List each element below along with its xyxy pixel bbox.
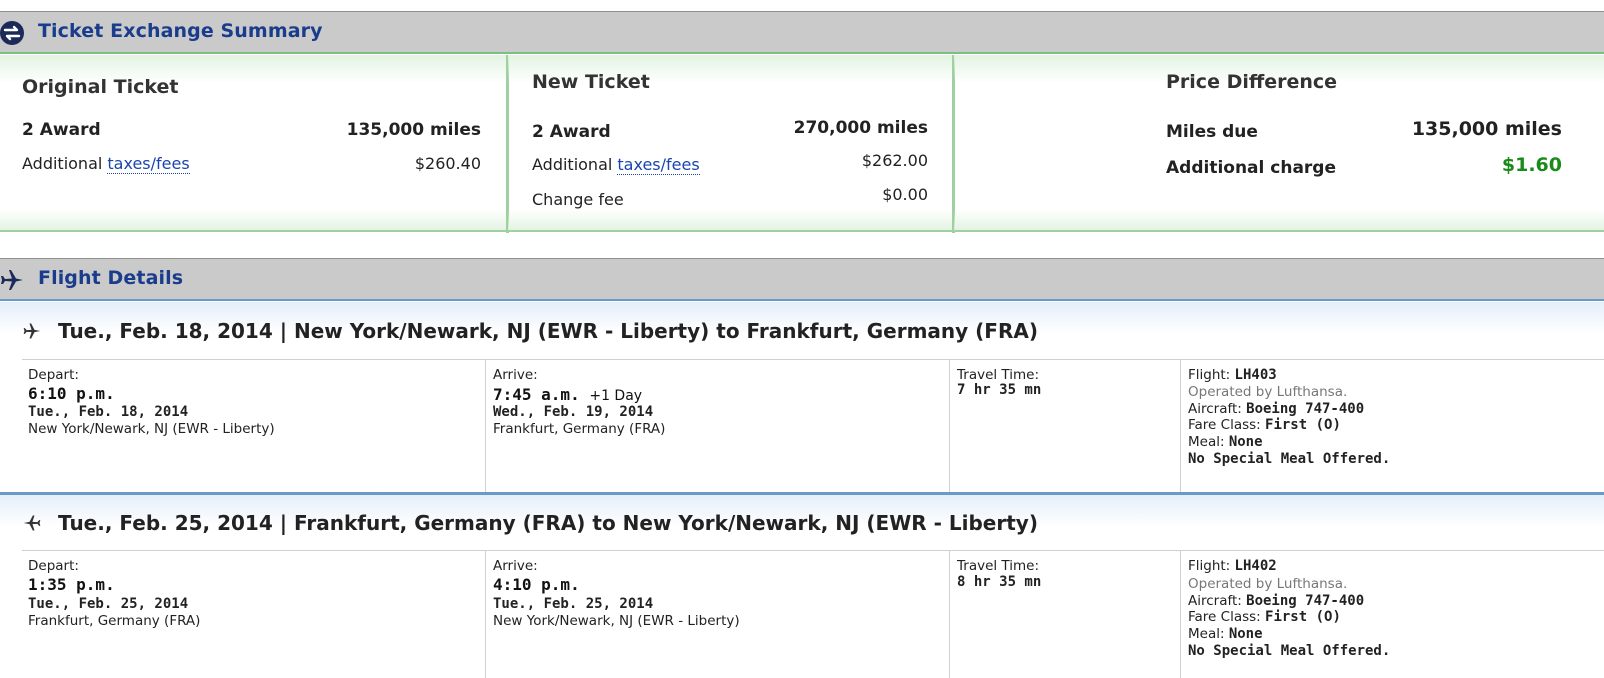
original-ticket-heading: Original Ticket xyxy=(22,76,179,98)
arrive-city: New York/Newark, NJ (EWR - Liberty) xyxy=(493,613,740,629)
original-taxes-value: $260.40 xyxy=(414,154,481,173)
flight-2-details: Depart: 1:35 p.m. Tue., Feb. 25, 2014 Fr… xyxy=(22,550,1604,678)
flight-1-details: Depart: 6:10 p.m. Tue., Feb. 18, 2014 Ne… xyxy=(22,359,1604,494)
airplane-icon xyxy=(23,515,41,531)
flight-1-info-cell: Flight: LH403 Operated by Lufthansa. Air… xyxy=(1180,360,1604,494)
fare-class-row: Fare Class: First (O) xyxy=(1188,609,1341,625)
flight-2-info-cell: Flight: LH402 Operated by Lufthansa. Air… xyxy=(1180,551,1604,678)
exchange-summary-header: Ticket Exchange Summary xyxy=(0,11,1604,53)
arrive-time-value: 4:10 p.m. xyxy=(493,575,580,594)
arrive-day-offset: +1 Day xyxy=(589,388,643,404)
flight-details-underline xyxy=(0,299,1604,301)
flight-2-title: Tue., Feb. 25, 2014 | Frankfurt, Germany… xyxy=(58,511,1038,535)
meal-row: Meal: None xyxy=(1188,434,1263,450)
airplane-icon xyxy=(23,323,41,339)
aircraft-row: Aircraft: Boeing 747-400 xyxy=(1188,401,1364,417)
arrive-label: Arrive: xyxy=(493,367,538,383)
flight-number-row: Flight: LH403 xyxy=(1188,367,1277,383)
travel-time-value: 8 hr 35 mn xyxy=(957,574,1042,590)
operated-by: Operated by Lufthansa. xyxy=(1188,384,1348,400)
arrive-city: Frankfurt, Germany (FRA) xyxy=(493,421,666,437)
operated-by: Operated by Lufthansa. xyxy=(1188,576,1348,592)
exchange-summary-underline xyxy=(0,52,1604,54)
additional-charge-value: $1.60 xyxy=(1501,154,1562,176)
flight-number-label: Flight: xyxy=(1188,558,1235,574)
meal-value: None xyxy=(1228,434,1263,450)
new-taxes-prefix: Additional xyxy=(532,155,618,174)
new-taxes-fees-link[interactable]: taxes/fees xyxy=(617,155,700,175)
depart-label: Depart: xyxy=(28,367,79,383)
special-meal-note: No Special Meal Offered. xyxy=(1188,451,1391,467)
meal-label: Meal: xyxy=(1188,434,1229,450)
meal-label: Meal: xyxy=(1188,626,1229,642)
original-award-label: 2 Award xyxy=(22,120,101,140)
flight-number-row: Flight: LH402 xyxy=(1188,558,1277,574)
flight-number-label: Flight: xyxy=(1188,367,1235,383)
meal-row: Meal: None xyxy=(1188,626,1263,642)
fare-class-value: First (O) xyxy=(1265,417,1341,433)
aircraft-value: Boeing 747-400 xyxy=(1246,593,1365,609)
travel-time-label: Travel Time: xyxy=(957,367,1040,383)
arrive-date: Tue., Feb. 25, 2014 xyxy=(493,596,654,612)
depart-time: 1:35 p.m. xyxy=(28,575,115,594)
flight-number: LH403 xyxy=(1234,367,1277,383)
flight-2-arrive-cell: Arrive: 4:10 p.m. Tue., Feb. 25, 2014 Ne… xyxy=(485,551,950,678)
travel-time-label: Travel Time: xyxy=(957,558,1040,574)
depart-city: Frankfurt, Germany (FRA) xyxy=(28,613,201,629)
exchange-summary-title: Ticket Exchange Summary xyxy=(38,20,323,42)
flight-details-header: Flight Details xyxy=(0,258,1604,300)
flight-1-depart-cell: Depart: 6:10 p.m. Tue., Feb. 18, 2014 Ne… xyxy=(22,360,485,494)
depart-label: Depart: xyxy=(28,558,79,574)
exchange-icon xyxy=(0,21,24,45)
depart-city: New York/Newark, NJ (EWR - Liberty) xyxy=(28,421,275,437)
change-fee-label: Change fee xyxy=(532,190,624,209)
price-difference-heading: Price Difference xyxy=(1166,71,1338,93)
new-ticket-heading: New Ticket xyxy=(532,71,650,93)
flight-number: LH402 xyxy=(1234,558,1277,574)
new-taxes-label: Additional taxes/fees xyxy=(532,155,700,175)
special-meal-note: No Special Meal Offered. xyxy=(1188,643,1391,659)
arrive-label: Arrive: xyxy=(493,558,538,574)
arrive-time: 7:45 a.m. +1 Day xyxy=(493,385,642,404)
original-award-miles: 135,000 miles xyxy=(346,120,481,140)
miles-due-label: Miles due xyxy=(1166,122,1258,142)
flight-1-travel-cell: Travel Time: 7 hr 35 mn xyxy=(949,360,1181,494)
miles-due-value: 135,000 miles xyxy=(1411,118,1562,140)
depart-date: Tue., Feb. 25, 2014 xyxy=(28,596,189,612)
price-difference-panel: Price Difference Miles due 135,000 miles… xyxy=(954,55,1604,231)
arrive-time: 4:10 p.m. xyxy=(493,575,580,594)
aircraft-value: Boeing 747-400 xyxy=(1246,401,1365,417)
flight-2-travel-cell: Travel Time: 8 hr 35 mn xyxy=(949,551,1181,678)
flight-2-depart-cell: Depart: 1:35 p.m. Tue., Feb. 25, 2014 Fr… xyxy=(22,551,485,678)
arrive-time-value: 7:45 a.m. xyxy=(493,385,580,404)
arrive-date: Wed., Feb. 19, 2014 xyxy=(493,404,654,420)
fare-class-label: Fare Class: xyxy=(1188,609,1266,625)
new-award-miles: 270,000 miles xyxy=(793,118,928,138)
new-award-label: 2 Award xyxy=(532,122,611,142)
aircraft-row: Aircraft: Boeing 747-400 xyxy=(1188,593,1364,609)
summary-bottom-border xyxy=(0,230,1604,232)
change-fee-value: $0.00 xyxy=(882,185,928,204)
exchange-summary-panel: Original Ticket 2 Award 135,000 miles Ad… xyxy=(0,55,1604,235)
fare-class-row: Fare Class: First (O) xyxy=(1188,417,1341,433)
flight-details-title: Flight Details xyxy=(38,267,184,289)
original-taxes-fees-link[interactable]: taxes/fees xyxy=(107,154,190,174)
flight-1-title: Tue., Feb. 18, 2014 | New York/Newark, N… xyxy=(58,319,1038,343)
fare-class-value: First (O) xyxy=(1265,609,1341,625)
travel-time-value: 7 hr 35 mn xyxy=(957,382,1042,398)
aircraft-label: Aircraft: xyxy=(1188,593,1247,609)
fare-class-label: Fare Class: xyxy=(1188,417,1266,433)
new-ticket-panel: New Ticket 2 Award 270,000 miles Additio… xyxy=(508,55,954,231)
depart-date: Tue., Feb. 18, 2014 xyxy=(28,404,189,420)
new-taxes-value: $262.00 xyxy=(861,151,928,170)
original-taxes-label: Additional taxes/fees xyxy=(22,154,190,174)
original-taxes-prefix: Additional xyxy=(22,154,108,173)
flight-1-arrive-cell: Arrive: 7:45 a.m. +1 Day Wed., Feb. 19, … xyxy=(485,360,950,494)
airplane-icon xyxy=(1,270,23,290)
depart-time: 6:10 p.m. xyxy=(28,384,115,403)
original-ticket-panel: Original Ticket 2 Award 135,000 miles Ad… xyxy=(0,55,508,231)
meal-value: None xyxy=(1228,626,1263,642)
additional-charge-label: Additional charge xyxy=(1166,158,1337,178)
aircraft-label: Aircraft: xyxy=(1188,401,1247,417)
